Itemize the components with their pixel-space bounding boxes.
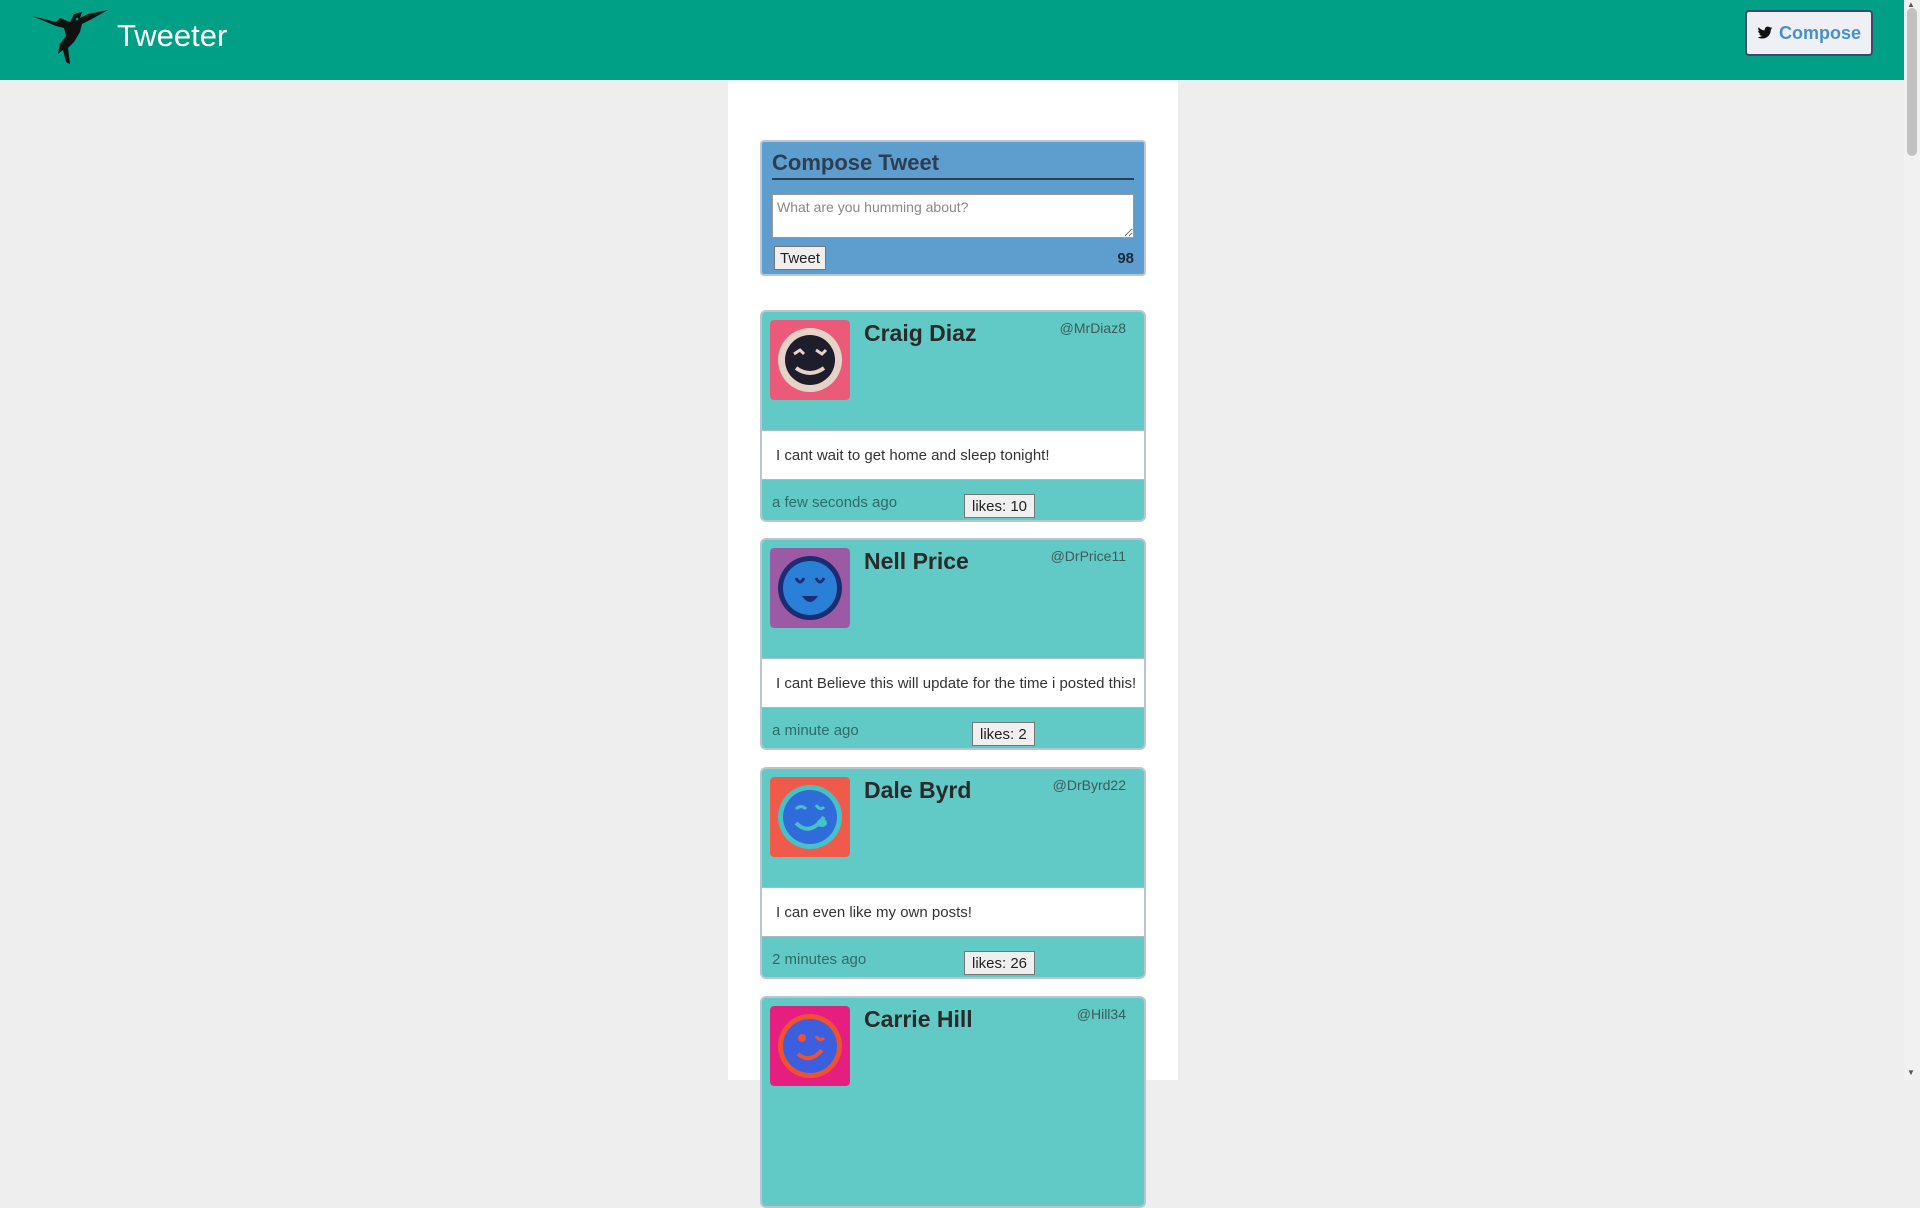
tweet-author-name: Nell Price (864, 548, 969, 574)
tweet-textarea[interactable] (772, 194, 1134, 238)
top-nav-bar: Tweeter Compose (0, 0, 1904, 80)
hummingbird-logo-icon (32, 10, 108, 64)
compose-button[interactable]: Compose (1745, 10, 1873, 56)
tweet-timestamp: 2 minutes ago (772, 951, 867, 968)
app-title: Tweeter (117, 18, 228, 53)
tweet-text: I cant Believe this will update for the … (762, 658, 1144, 708)
tweet-submit-button[interactable]: Tweet (774, 246, 826, 270)
tweet-text: I can even like my own posts! (762, 887, 1144, 937)
tweet-author-name: Carrie Hill (864, 1006, 973, 1032)
tweet-timestamp: a few seconds ago (772, 494, 898, 511)
tweet-card: Dale Byrd @DrByrd22 I can even like my o… (760, 767, 1146, 979)
tweet-card: Craig Diaz @MrDiaz8 I cant wait to get h… (760, 310, 1146, 522)
tweet-card: Carrie Hill @Hill34 (760, 996, 1146, 1208)
like-button[interactable]: likes: 26 (964, 951, 1036, 975)
tweet-timestamp: a minute ago (772, 722, 859, 739)
like-button[interactable]: likes: 2 (972, 722, 1035, 746)
tweet-author-handle: @MrDiaz8 (1059, 320, 1126, 336)
tweet-author-handle: @Hill34 (1076, 1006, 1126, 1022)
tweet-author-name: Craig Diaz (864, 320, 977, 346)
character-counter: 98 (1117, 250, 1134, 267)
tweet-text: I cant wait to get home and sleep tonigh… (762, 430, 1144, 480)
relieved-face-icon (770, 548, 850, 628)
tweet-author-handle: @DrByrd22 (1052, 777, 1126, 793)
tweet-author-name: Dale Byrd (864, 777, 972, 803)
tongue-face-icon (770, 777, 850, 857)
twitter-bird-icon (1757, 26, 1773, 39)
scrollbar-thumb[interactable] (1907, 8, 1917, 156)
compose-title: Compose Tweet (772, 150, 1134, 180)
tweet-card: Nell Price @DrPrice11 I cant Believe thi… (760, 538, 1146, 750)
compose-button-label: Compose (1778, 22, 1861, 43)
like-button[interactable]: likes: 10 (964, 494, 1036, 518)
page-scrollbar[interactable] (1904, 0, 1920, 1080)
tweet-author-handle: @DrPrice11 (1050, 548, 1126, 564)
scroll-down-arrow-icon[interactable]: ▼ (1907, 1068, 1915, 1077)
dizzy-face-icon (770, 320, 850, 400)
wink-face-icon (770, 1006, 850, 1086)
compose-tweet-form: Compose Tweet Tweet 98 (760, 140, 1146, 276)
